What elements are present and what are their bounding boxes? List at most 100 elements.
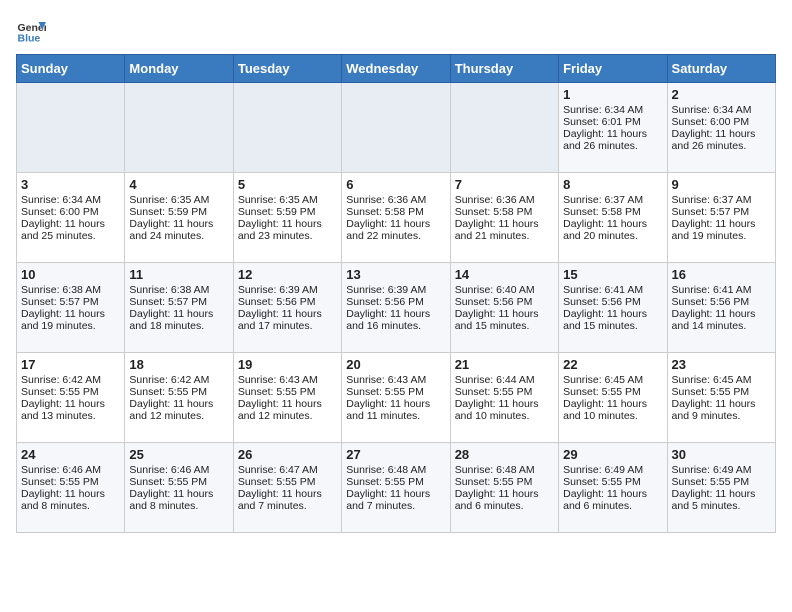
day-info: Sunset: 5:55 PM: [455, 386, 554, 398]
day-info: Sunrise: 6:35 AM: [238, 194, 337, 206]
day-info: and 16 minutes.: [346, 320, 445, 332]
logo-icon: General Blue: [16, 16, 46, 46]
day-info: Sunset: 6:00 PM: [672, 116, 771, 128]
calendar-table: SundayMondayTuesdayWednesdayThursdayFrid…: [16, 54, 776, 533]
day-info: Daylight: 11 hours: [672, 128, 771, 140]
day-info: Daylight: 11 hours: [238, 308, 337, 320]
day-number: 17: [21, 357, 120, 372]
day-number: 24: [21, 447, 120, 462]
col-header-monday: Monday: [125, 55, 233, 83]
day-number: 1: [563, 87, 662, 102]
col-header-friday: Friday: [559, 55, 667, 83]
day-info: Daylight: 11 hours: [563, 308, 662, 320]
day-info: Daylight: 11 hours: [455, 308, 554, 320]
day-info: Sunrise: 6:37 AM: [672, 194, 771, 206]
day-info: Sunset: 6:00 PM: [21, 206, 120, 218]
day-info: and 20 minutes.: [563, 230, 662, 242]
calendar-cell: 1Sunrise: 6:34 AMSunset: 6:01 PMDaylight…: [559, 83, 667, 173]
day-info: Daylight: 11 hours: [129, 488, 228, 500]
day-number: 25: [129, 447, 228, 462]
day-info: and 14 minutes.: [672, 320, 771, 332]
calendar-cell: [125, 83, 233, 173]
day-info: Sunset: 5:55 PM: [238, 476, 337, 488]
day-info: and 19 minutes.: [21, 320, 120, 332]
calendar-cell: 21Sunrise: 6:44 AMSunset: 5:55 PMDayligh…: [450, 353, 558, 443]
day-info: Daylight: 11 hours: [455, 488, 554, 500]
calendar-cell: 30Sunrise: 6:49 AMSunset: 5:55 PMDayligh…: [667, 443, 775, 533]
calendar-cell: 5Sunrise: 6:35 AMSunset: 5:59 PMDaylight…: [233, 173, 341, 263]
day-info: Daylight: 11 hours: [672, 488, 771, 500]
day-info: and 10 minutes.: [455, 410, 554, 422]
col-header-wednesday: Wednesday: [342, 55, 450, 83]
day-info: Sunrise: 6:46 AM: [129, 464, 228, 476]
day-info: Sunset: 5:58 PM: [346, 206, 445, 218]
day-number: 2: [672, 87, 771, 102]
day-number: 3: [21, 177, 120, 192]
day-info: Sunset: 5:56 PM: [346, 296, 445, 308]
day-info: Daylight: 11 hours: [238, 488, 337, 500]
day-info: Sunrise: 6:41 AM: [672, 284, 771, 296]
calendar-cell: 4Sunrise: 6:35 AMSunset: 5:59 PMDaylight…: [125, 173, 233, 263]
calendar-cell: 25 Sunrise: 6:46 AMSunset: 5:55 PMDayligh…: [125, 443, 233, 533]
day-info: Daylight: 11 hours: [129, 308, 228, 320]
day-number: 23: [672, 357, 771, 372]
day-info: and 17 minutes.: [238, 320, 337, 332]
day-info: Sunrise: 6:40 AM: [455, 284, 554, 296]
day-info: and 26 minutes.: [563, 140, 662, 152]
day-info: Daylight: 11 hours: [129, 398, 228, 410]
calendar-cell: 6Sunrise: 6:36 AMSunset: 5:58 PMDaylight…: [342, 173, 450, 263]
day-number: 30: [672, 447, 771, 462]
day-info: Sunset: 5:55 PM: [563, 386, 662, 398]
day-info: and 6 minutes.: [563, 500, 662, 512]
day-info: and 12 minutes.: [238, 410, 337, 422]
day-info: Sunset: 5:55 PM: [672, 476, 771, 488]
day-number: 16: [672, 267, 771, 282]
day-info: Sunrise: 6:49 AM: [563, 464, 662, 476]
day-info: Sunset: 5:59 PM: [238, 206, 337, 218]
calendar-cell: 13Sunrise: 6:39 AMSunset: 5:56 PMDayligh…: [342, 263, 450, 353]
calendar-cell: [450, 83, 558, 173]
day-info: and 7 minutes.: [346, 500, 445, 512]
day-info: and 18 minutes.: [129, 320, 228, 332]
calendar-cell: 16Sunrise: 6:41 AMSunset: 5:56 PMDayligh…: [667, 263, 775, 353]
day-number: 10: [21, 267, 120, 282]
day-info: Daylight: 11 hours: [238, 398, 337, 410]
day-info: Sunrise: 6:42 AM: [21, 374, 120, 386]
day-info: Sunrise: 6:43 AM: [238, 374, 337, 386]
day-number: 18: [129, 357, 228, 372]
day-info: and 12 minutes.: [129, 410, 228, 422]
day-info: Daylight: 11 hours: [672, 218, 771, 230]
day-info: and 8 minutes.: [21, 500, 120, 512]
day-info: Daylight: 11 hours: [455, 218, 554, 230]
day-info: Sunrise: 6:45 AM: [563, 374, 662, 386]
day-number: 13: [346, 267, 445, 282]
day-info: Daylight: 11 hours: [21, 488, 120, 500]
day-info: and 10 minutes.: [563, 410, 662, 422]
day-number: 21: [455, 357, 554, 372]
calendar-cell: 11Sunrise: 6:38 AMSunset: 5:57 PMDayligh…: [125, 263, 233, 353]
day-info: Sunset: 5:57 PM: [129, 296, 228, 308]
col-header-thursday: Thursday: [450, 55, 558, 83]
day-info: and 22 minutes.: [346, 230, 445, 242]
page-header: General Blue: [16, 16, 776, 46]
day-info: Sunset: 5:56 PM: [563, 296, 662, 308]
day-info: Sunset: 5:55 PM: [563, 476, 662, 488]
day-info: Sunrise: 6:36 AM: [346, 194, 445, 206]
day-number: 6: [346, 177, 445, 192]
calendar-cell: 22Sunrise: 6:45 AMSunset: 5:55 PMDayligh…: [559, 353, 667, 443]
day-info: Sunset: 5:58 PM: [563, 206, 662, 218]
day-info: Sunrise: 6:45 AM: [672, 374, 771, 386]
day-info: Sunrise: 6:38 AM: [21, 284, 120, 296]
day-info: and 5 minutes.: [672, 500, 771, 512]
col-header-tuesday: Tuesday: [233, 55, 341, 83]
calendar-cell: 14Sunrise: 6:40 AMSunset: 5:56 PMDayligh…: [450, 263, 558, 353]
day-info: Sunset: 5:55 PM: [21, 386, 120, 398]
calendar-cell: 3Sunrise: 6:34 AMSunset: 6:00 PMDaylight…: [17, 173, 125, 263]
day-info: and 23 minutes.: [238, 230, 337, 242]
day-info: Daylight: 11 hours: [672, 398, 771, 410]
day-info: Sunset: 5:55 PM: [129, 476, 228, 488]
day-info: and 19 minutes.: [672, 230, 771, 242]
day-info: Sunrise: 6:48 AM: [346, 464, 445, 476]
svg-text:Blue: Blue: [18, 33, 41, 45]
day-number: 9: [672, 177, 771, 192]
